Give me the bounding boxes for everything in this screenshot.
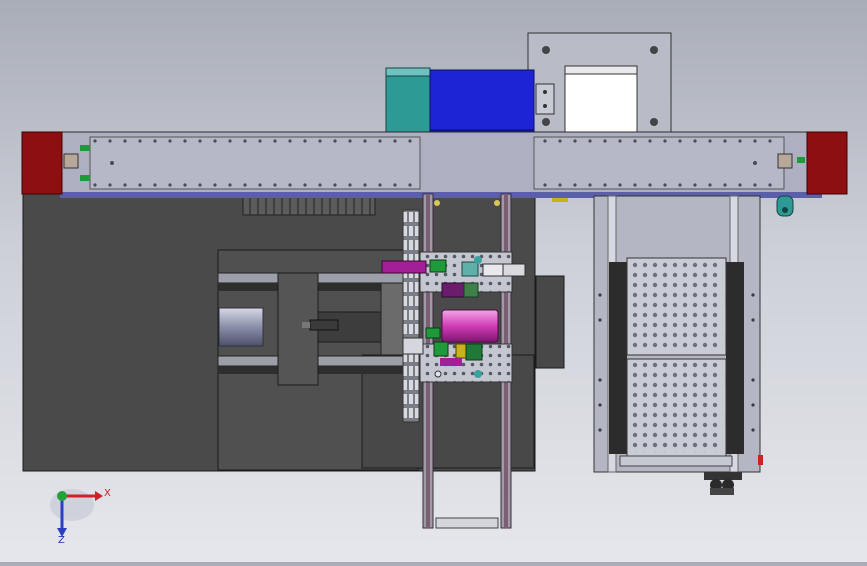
end-cap-left <box>21 131 63 195</box>
tool-holder <box>309 319 339 331</box>
x-axis-label: X <box>104 488 111 499</box>
end-cap-right <box>806 131 848 195</box>
z-axis-label: Z <box>58 535 65 546</box>
servo-motor <box>385 67 431 135</box>
assembly-drawing: X Z <box>21 32 848 546</box>
coordinate-triad: X Z <box>50 488 111 546</box>
worktable <box>593 195 763 495</box>
spindle-shaft <box>218 307 264 347</box>
spindle-motor <box>441 309 499 343</box>
motor-mount-plate <box>527 32 672 134</box>
cable-drag-chain <box>402 209 420 423</box>
cad-viewport[interactable]: X Z <box>0 0 867 562</box>
